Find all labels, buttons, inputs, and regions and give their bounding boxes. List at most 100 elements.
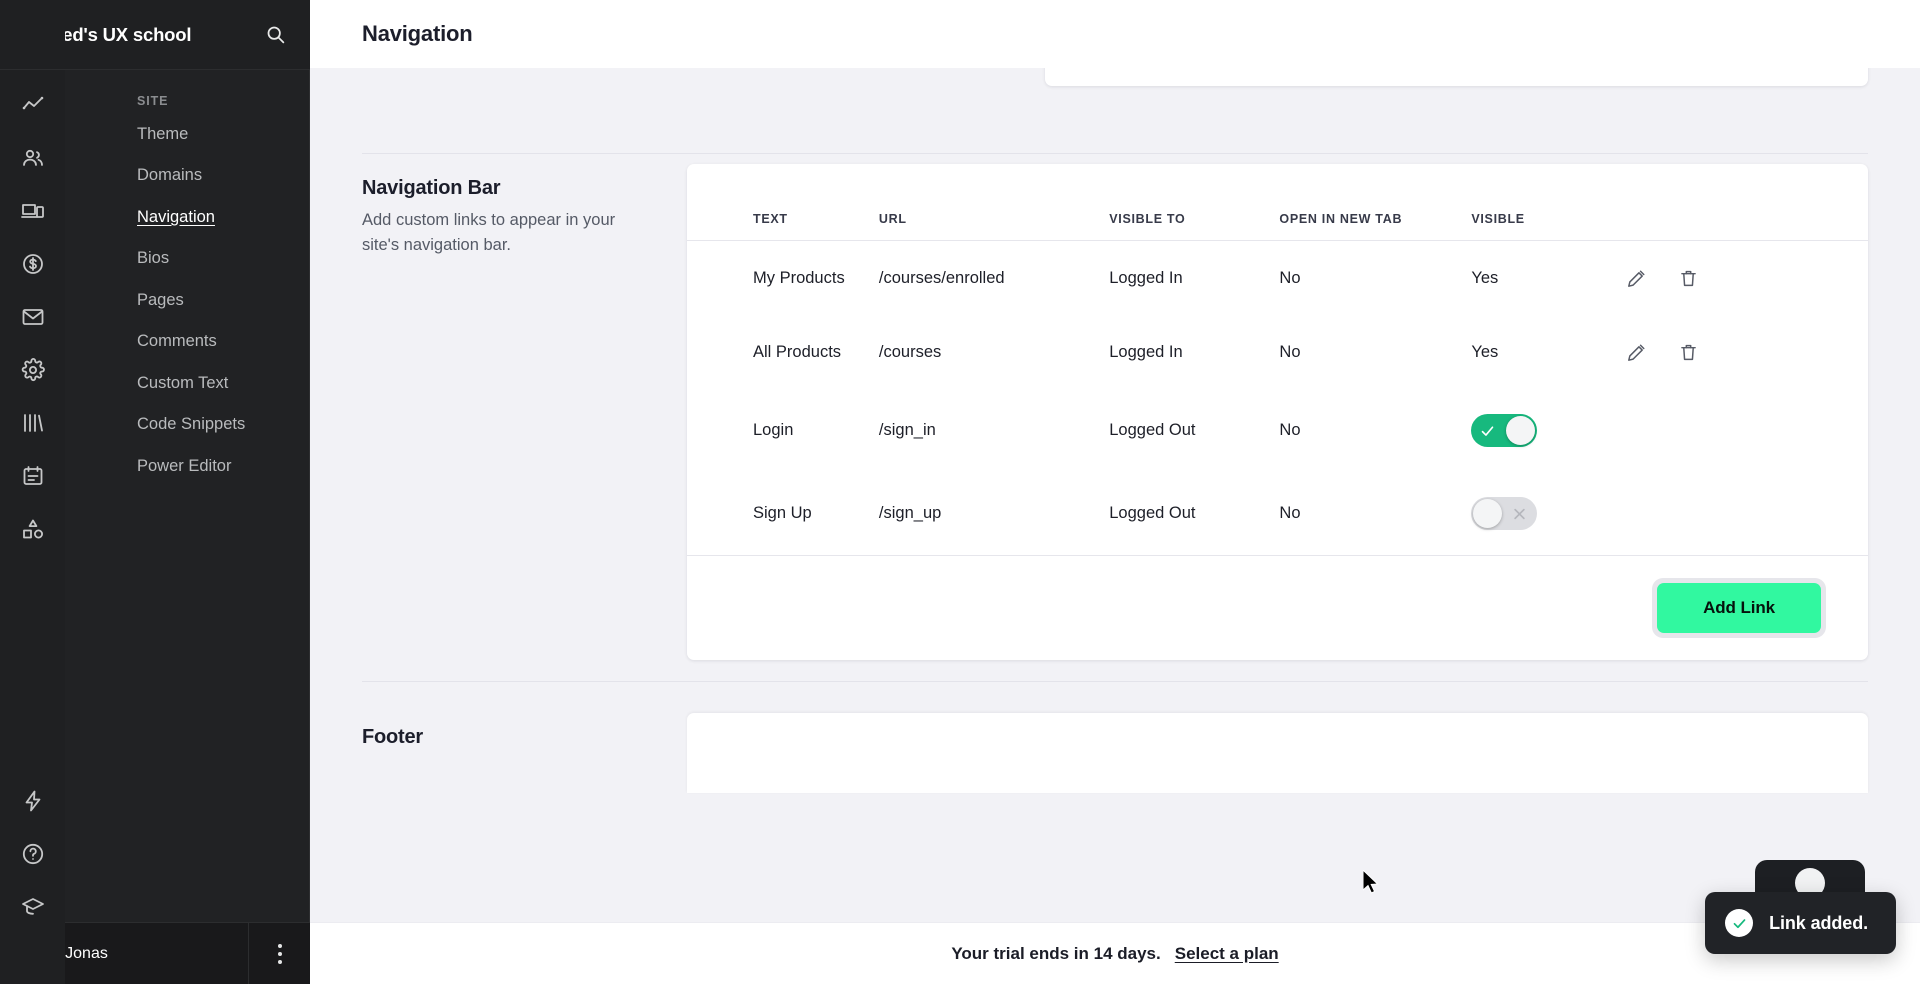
sidebar-item-power-editor[interactable]: Power Editor	[65, 446, 309, 487]
column-header-url: URL	[878, 164, 1110, 241]
page-header: Navigation	[310, 0, 1920, 68]
footer-card	[687, 713, 1868, 793]
cell-url: /courses	[878, 342, 942, 361]
cell-text: Login	[753, 421, 794, 439]
sidebar-item-bios[interactable]: Bios	[65, 238, 309, 279]
visible-toggle-on[interactable]	[1471, 414, 1538, 447]
cell-new-tab: No	[1279, 342, 1301, 361]
toast-message: Link added.	[1769, 912, 1868, 933]
table-row: Sign Up /sign_up Logged Out No	[687, 472, 1868, 555]
table-row: My Products /courses/enrolled Logged In …	[687, 241, 1868, 316]
toast-notification: Link added.	[1705, 892, 1896, 954]
table-body: My Products /courses/enrolled Logged In …	[687, 241, 1868, 556]
column-header-text: TEXT	[687, 164, 879, 241]
cell-visible: Yes	[1471, 342, 1499, 361]
sidebar-item-comments[interactable]: Comments	[65, 321, 309, 362]
dollar-circle-icon[interactable]	[18, 249, 48, 279]
main-area: Navigation Navigation Bar Add custom lin…	[310, 0, 1920, 984]
visible-toggle-off[interactable]	[1471, 497, 1538, 530]
section-divider-bottom	[362, 681, 1868, 682]
row-actions	[1625, 340, 1868, 364]
close-icon	[1512, 506, 1527, 521]
cell-visible-toggle	[1471, 389, 1625, 472]
sidebar-item-code-snippets[interactable]: Code Snippets	[65, 404, 309, 445]
edit-icon[interactable]	[1625, 340, 1649, 364]
select-a-plan-link[interactable]: Select a plan	[1175, 944, 1279, 964]
mail-icon[interactable]	[18, 302, 48, 332]
icon-rail	[0, 0, 65, 984]
table-row: All Products /courses Logged In No Yes	[687, 315, 1868, 389]
sidebar-item-theme[interactable]: Theme	[65, 114, 309, 155]
analytics-icon[interactable]	[18, 90, 48, 120]
cell-visible-to: Logged Out	[1109, 421, 1196, 439]
sidebar-item-pages[interactable]: Pages	[65, 280, 309, 321]
toggle-knob	[1473, 499, 1503, 528]
cell-text: Sign Up	[753, 504, 812, 522]
rail-bottom-icons	[18, 786, 48, 984]
search-icon[interactable]	[262, 22, 288, 48]
page-title: Navigation	[362, 21, 473, 46]
trial-message: Your trial ends in 14 days.	[951, 943, 1161, 963]
delete-icon[interactable]	[1677, 266, 1701, 290]
help-circle-icon[interactable]	[18, 839, 48, 869]
cell-visible-to: Logged In	[1109, 342, 1183, 361]
lightning-icon[interactable]	[18, 786, 48, 816]
table-header-row: TEXT URL VISIBLE TO OPEN IN NEW TAB VISI…	[687, 164, 1868, 241]
cell-actions	[1625, 315, 1868, 389]
cell-new-tab: No	[1279, 504, 1301, 522]
devices-icon[interactable]	[18, 196, 48, 226]
section-title: Navigation Bar	[362, 177, 501, 199]
rail-top-spacer	[0, 0, 65, 70]
cell-text: My Products	[753, 268, 845, 287]
check-circle-icon	[1725, 909, 1754, 937]
sidebar-item-navigation[interactable]: Navigation	[65, 197, 309, 238]
cell-actions	[1625, 241, 1868, 316]
gear-icon[interactable]	[18, 355, 48, 385]
sidebar-item-domains[interactable]: Domains	[65, 155, 309, 196]
previous-section-card	[1045, 68, 1868, 86]
shapes-icon[interactable]	[18, 514, 48, 544]
table-head: TEXT URL VISIBLE TO OPEN IN NEW TAB VISI…	[687, 164, 1868, 241]
calendar-icon[interactable]	[18, 461, 48, 491]
cell-url: /sign_in	[878, 421, 936, 439]
cell-actions	[1625, 389, 1868, 472]
more-dots	[277, 943, 282, 964]
section-divider-top	[362, 153, 1868, 154]
navigation-links-table: TEXT URL VISIBLE TO OPEN IN NEW TAB VISI…	[687, 164, 1868, 555]
app-root: UI Feed's UX school SITE Theme Domains N…	[0, 0, 1920, 984]
cell-text: All Products	[753, 342, 842, 361]
footer-section: Footer	[310, 713, 1920, 793]
section-description: Add custom links to appear in your site'…	[362, 211, 616, 255]
cell-visible-toggle	[1471, 472, 1625, 555]
column-header-visible: VISIBLE	[1471, 164, 1625, 241]
column-header-new-tab: OPEN IN NEW TAB	[1279, 164, 1472, 241]
navigation-bar-section: Navigation Bar Add custom links to appea…	[310, 164, 1920, 660]
cell-actions	[1625, 472, 1868, 555]
add-link-button[interactable]: Add Link	[1657, 583, 1821, 633]
cell-url: /sign_up	[878, 504, 942, 522]
books-icon[interactable]	[18, 408, 48, 438]
sidebar-item-custom-text[interactable]: Custom Text	[65, 363, 309, 404]
cell-visible-to: Logged In	[1109, 268, 1183, 287]
add-link-focus-ring: Add Link	[1652, 578, 1826, 638]
table-row: Login /sign_in Logged Out No	[687, 389, 1868, 472]
column-header-visible-to: VISIBLE TO	[1109, 164, 1280, 241]
rail-icon-list	[18, 70, 48, 544]
card-footer: Add Link	[687, 555, 1868, 660]
navigation-links-card: TEXT URL VISIBLE TO OPEN IN NEW TAB VISI…	[687, 164, 1868, 660]
check-icon	[1480, 423, 1495, 438]
footer-section-info: Footer	[362, 713, 687, 793]
delete-icon[interactable]	[1677, 340, 1701, 364]
scroll-region[interactable]: Navigation Bar Add custom links to appea…	[310, 68, 1920, 984]
footer-section-title: Footer	[362, 726, 424, 748]
sidebar-group-label: SITE	[137, 94, 169, 108]
cell-visible: Yes	[1471, 268, 1499, 287]
graduation-cap-icon[interactable]	[18, 892, 48, 922]
cell-visible-to: Logged Out	[1109, 504, 1196, 522]
edit-icon[interactable]	[1625, 266, 1649, 290]
sidebar-body: SITE Theme Domains Navigation Bios Pages…	[65, 0, 309, 487]
more-vertical-icon[interactable]	[248, 922, 310, 984]
people-icon[interactable]	[18, 143, 48, 173]
cell-url: /courses/enrolled	[878, 268, 1005, 287]
cell-new-tab: No	[1279, 421, 1301, 439]
